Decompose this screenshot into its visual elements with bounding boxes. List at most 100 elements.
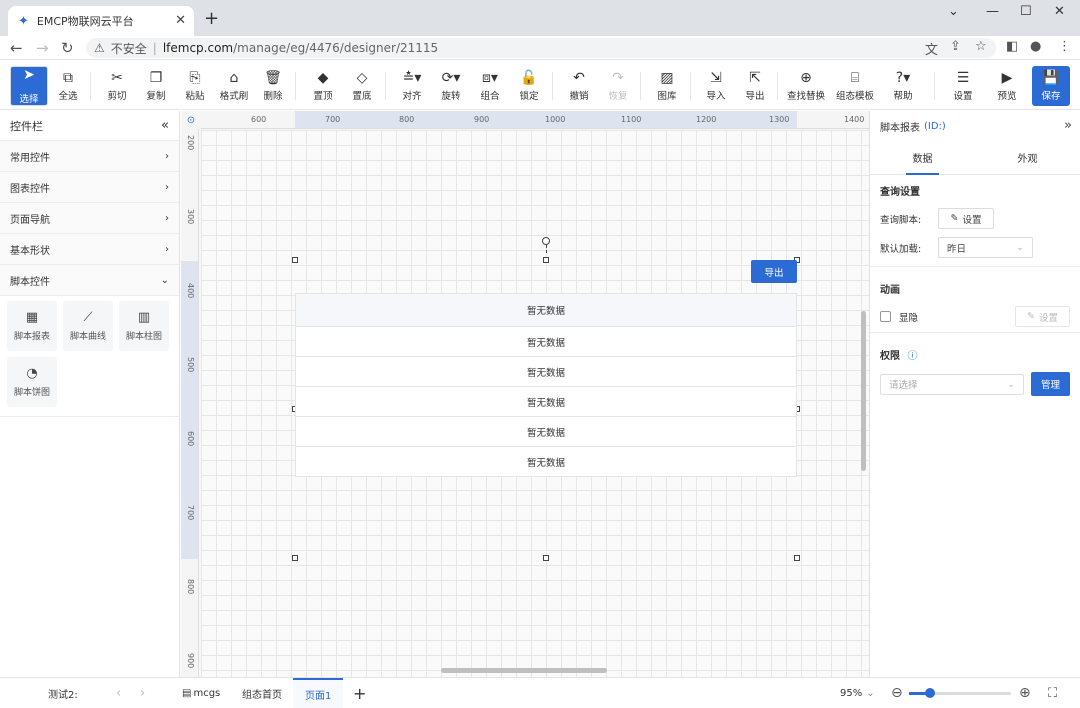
script-report-table[interactable]: 暂无数据 暂无数据 暂无数据 暂无数据 暂无数据 暂无数据	[295, 293, 797, 477]
lock-button[interactable]: 🔓 锁定	[510, 62, 548, 110]
animation-settings-button[interactable]: ✎ 设置	[1015, 306, 1070, 327]
ruler-tick: 600	[186, 431, 195, 447]
browser-tab[interactable]: ✦ EMCP物联网云平台 ✕	[8, 6, 194, 36]
table-export-button[interactable]: 导出	[751, 260, 797, 283]
prev-page-icon[interactable]: ‹	[116, 678, 121, 708]
delete-button[interactable]: 🗑 删除	[254, 62, 292, 110]
cut-button[interactable]: ✂ 剪切	[98, 62, 136, 110]
undo-button[interactable]: ↶ 撤销	[560, 62, 598, 110]
find-replace-button[interactable]: ⊕ 查找替换	[784, 62, 828, 110]
table-row: 暂无数据	[295, 357, 797, 387]
script-bar-control[interactable]: ▥ 脚本柱图	[119, 301, 169, 351]
url-field[interactable]: ⚠ 不安全 | lfemcp.com /manage/eg/4476/desig…	[86, 38, 996, 58]
edit-icon: ✎	[950, 213, 959, 224]
resize-handle[interactable]	[292, 257, 298, 263]
tab-data[interactable]: 数据	[870, 141, 975, 175]
paste-button[interactable]: ⎘ 粘贴	[176, 62, 214, 110]
share-icon[interactable]: ⇪	[950, 39, 961, 54]
preview-button[interactable]: ▶ 预览	[988, 62, 1026, 110]
url-separator: |	[152, 41, 157, 55]
zoom-level[interactable]: 95% ⌄	[840, 678, 875, 708]
category-script[interactable]: 脚本控件 ⌄	[0, 265, 179, 296]
reload-button[interactable]: ↻	[61, 39, 74, 57]
send-bottom-button[interactable]: ◇ 置底	[343, 62, 381, 110]
zoom-slider-knob[interactable]	[925, 688, 935, 698]
import-button[interactable]: ⇲ 导入	[697, 62, 735, 110]
page-tab-mcgs[interactable]: ▤ mcgs	[170, 678, 232, 708]
query-settings-section: 查询设置 查询脚本: ✎ 设置 默认加载: 昨日 ⌄	[870, 175, 1080, 267]
bookmark-star-icon[interactable]: ☆	[975, 39, 987, 54]
script-pie-control[interactable]: ◔ 脚本饼图	[7, 357, 57, 407]
group-button[interactable]: ⧈▾ 组合	[471, 62, 509, 110]
search-icon: ⊕	[800, 70, 812, 86]
permission-manage-button[interactable]: 管理	[1031, 372, 1070, 396]
copy-button[interactable]: ❐ 复制	[137, 62, 175, 110]
settings-button[interactable]: ☰ 设置	[944, 62, 982, 110]
ruler-tick: 900	[186, 653, 195, 669]
sidepanel-icon[interactable]: ◧	[1006, 39, 1018, 54]
translate-icon[interactable]: ⽂	[925, 39, 938, 58]
category-charts[interactable]: 图表控件 ›	[0, 172, 179, 203]
rotate-button[interactable]: ⟳▾ 旋转	[432, 62, 470, 110]
back-button[interactable]: ←	[10, 39, 23, 57]
toolbar-divider	[295, 72, 296, 100]
tab-appearance[interactable]: 外观	[975, 141, 1080, 174]
page-icon: ▤	[182, 687, 192, 699]
toolbar-divider	[385, 72, 386, 100]
permission-row: 请选择 ⌄ 管理	[880, 372, 1070, 396]
query-script-settings-button[interactable]: ✎ 设置	[938, 208, 994, 229]
maximize-button[interactable]: ☐	[1020, 4, 1032, 19]
collapse-right-icon[interactable]: »	[1064, 118, 1072, 133]
resize-handle[interactable]	[543, 257, 549, 263]
add-page-button[interactable]: +	[353, 678, 366, 708]
ruler-origin-icon[interactable]: ⊙	[181, 111, 201, 129]
script-report-control[interactable]: ▦ 脚本报表	[7, 301, 57, 351]
floppy-icon: 💾	[1042, 70, 1060, 86]
redo-button[interactable]: ↷ 恢复	[599, 62, 637, 110]
resize-handle[interactable]	[292, 555, 298, 561]
section-title: 查询设置	[880, 187, 920, 198]
format-brush-button[interactable]: ⌂ 格式刷	[215, 62, 253, 110]
browser-menu-icon[interactable]: ⋮	[1058, 39, 1071, 54]
page-tab-home[interactable]: 组态首页	[230, 678, 294, 708]
profile-avatar[interactable]: ●	[1030, 39, 1041, 54]
site-favicon-icon: ✦	[18, 13, 29, 29]
select-all-button[interactable]: ⧉ 全选	[49, 62, 87, 110]
tab-search-icon[interactable]: ⌄	[948, 4, 959, 19]
gallery-button[interactable]: ▨ 图库	[648, 62, 686, 110]
fullscreen-icon[interactable]: ⛶	[1048, 678, 1057, 708]
save-button[interactable]: 💾 保存	[1032, 66, 1070, 106]
category-shapes[interactable]: 基本形状 ›	[0, 234, 179, 265]
close-window-button[interactable]: ✕	[1054, 4, 1065, 19]
category-navigation[interactable]: 页面导航 ›	[0, 203, 179, 234]
help-button[interactable]: ?▾ 帮助	[884, 62, 922, 110]
page-tab-page1[interactable]: 页面1	[293, 678, 344, 708]
select-tool-button[interactable]: ➤ 选择	[10, 66, 48, 106]
collapse-left-icon[interactable]: «	[161, 118, 169, 133]
next-page-icon[interactable]: ›	[140, 678, 145, 708]
horizontal-scrollbar[interactable]	[441, 668, 607, 673]
new-tab-button[interactable]: +	[204, 8, 219, 29]
script-curve-control[interactable]: ⟋ 脚本曲线	[63, 301, 113, 351]
zoom-slider[interactable]	[909, 688, 1011, 698]
zoom-in-button[interactable]: ⊕	[1019, 678, 1031, 708]
help-circle-icon[interactable]: ⓘ	[907, 351, 917, 362]
minimize-button[interactable]: —	[986, 4, 999, 19]
permission-select[interactable]: 请选择 ⌄	[880, 373, 1024, 395]
insecure-label: 不安全	[110, 41, 147, 56]
align-button[interactable]: ≛▾ 对齐	[393, 62, 431, 110]
templates-button[interactable]: ⌸ 组态模板	[833, 62, 877, 110]
resize-handle[interactable]	[543, 555, 549, 561]
forward-button[interactable]: →	[36, 39, 49, 57]
rotate-handle[interactable]	[542, 237, 550, 245]
export-button[interactable]: ⇱ 导出	[736, 62, 774, 110]
vertical-scrollbar[interactable]	[861, 311, 866, 471]
resize-handle[interactable]	[794, 555, 800, 561]
default-load-select[interactable]: 昨日 ⌄	[938, 237, 1033, 258]
category-common[interactable]: 常用控件 ›	[0, 141, 179, 172]
tab-close-icon[interactable]: ✕	[175, 13, 186, 28]
bring-top-button[interactable]: ◆ 置顶	[304, 62, 342, 110]
table-row: 暂无数据	[295, 387, 797, 417]
visibility-checkbox[interactable]	[880, 311, 891, 322]
zoom-out-button[interactable]: ⊖	[891, 678, 903, 708]
